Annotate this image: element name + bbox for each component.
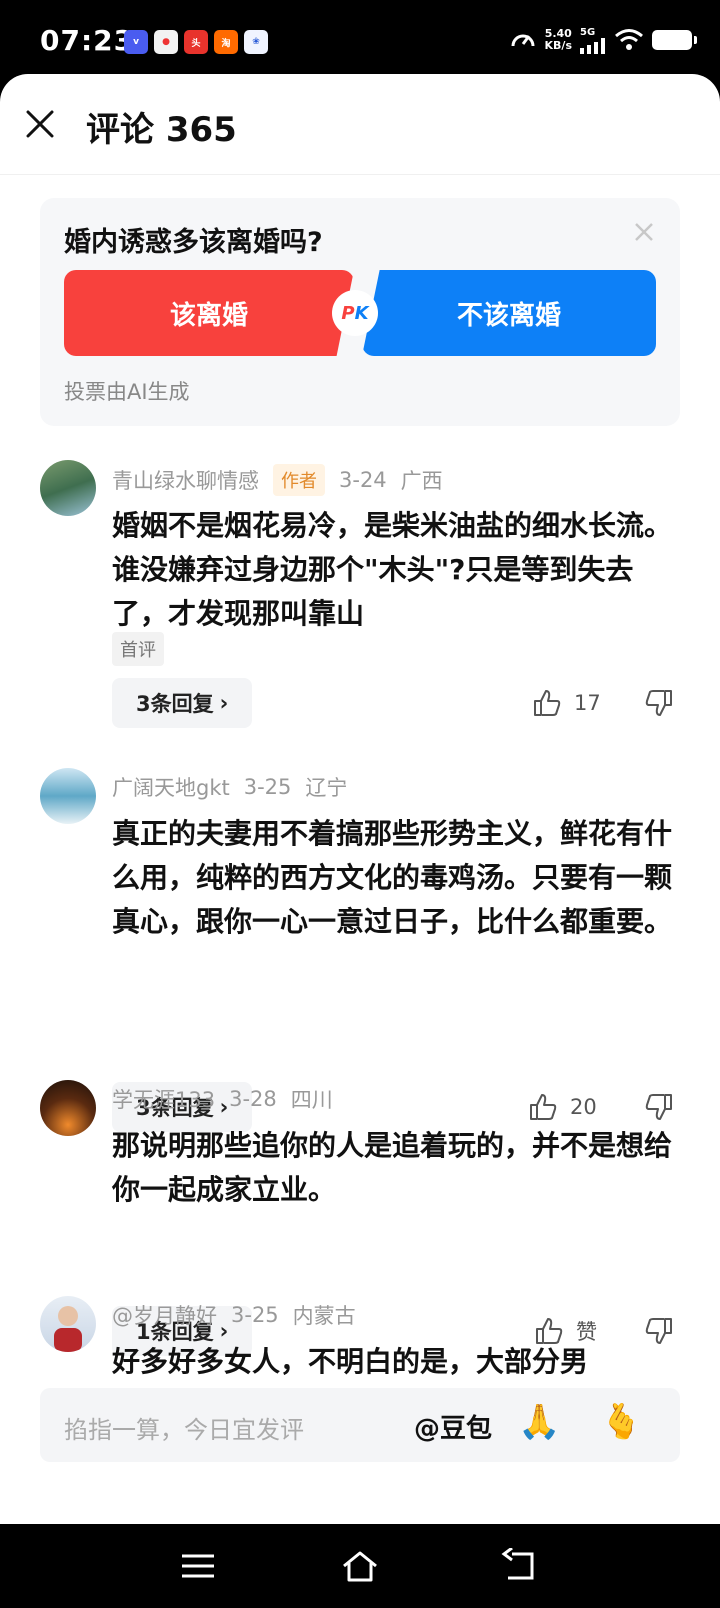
- baidu-icon: ❀: [244, 30, 268, 54]
- comment-date: 3-28: [229, 1087, 277, 1111]
- comment-location: 内蒙古: [292, 1304, 356, 1328]
- vote-divorce-button[interactable]: 该离婚: [64, 270, 354, 356]
- speedometer-icon: [511, 34, 535, 47]
- sheet-header: 评论 365: [0, 74, 720, 175]
- comment-input-bar[interactable]: 掐指一算，今日宜发评 @豆包 🙏 🫰: [40, 1388, 680, 1462]
- comment-date: 3-24: [339, 468, 387, 492]
- toutiao-icon: 头: [184, 30, 208, 54]
- signal-icon: [580, 37, 605, 54]
- home-icon[interactable]: [340, 1548, 380, 1584]
- signal-group: 5G: [580, 27, 606, 54]
- vivo-icon: v: [124, 30, 148, 54]
- comment-meta: 广阔天地gkt 3-25 辽宁: [112, 772, 347, 802]
- replies-button[interactable]: 3条回复 ›: [112, 678, 253, 728]
- finger-heart-emoji-button[interactable]: 🫰: [600, 1402, 642, 1442]
- thumbs-up-icon: [530, 1094, 557, 1120]
- first-comment-badge: 首评: [112, 632, 164, 666]
- status-bar: 07:23 v ● 头 淘 ❀ 5.40 KB/s 5G: [0, 0, 720, 80]
- comment-text[interactable]: 好多好多女人，不明白的是，大部分男: [112, 1340, 682, 1384]
- navigation-bar: [0, 1524, 720, 1608]
- username[interactable]: 青山绿水聊情感: [112, 465, 259, 495]
- comment-sheet: 评论 365 婚内诱惑多该离婚吗? 该离婚 不该离婚 PK 投票由AI生成 青山…: [0, 74, 720, 1524]
- vote-no-divorce-button[interactable]: 不该离婚: [362, 270, 656, 356]
- comment-date: 3-25: [243, 775, 292, 799]
- status-right: 5.40 KB/s 5G: [509, 26, 697, 54]
- pray-emoji-button[interactable]: 🙏: [518, 1402, 560, 1442]
- thumbs-down-icon[interactable]: [644, 1092, 674, 1122]
- taobao-icon: 淘: [214, 30, 238, 54]
- avatar[interactable]: [40, 1080, 96, 1136]
- like-count: 17: [574, 691, 601, 715]
- poll-note: 投票由AI生成: [64, 380, 190, 404]
- page-title: 评论 365: [86, 110, 237, 150]
- comment-location: 四川: [290, 1088, 333, 1112]
- username[interactable]: @岁月静好: [112, 1300, 217, 1330]
- thumbs-down-icon[interactable]: [644, 688, 674, 718]
- poll-close-icon[interactable]: [632, 220, 656, 244]
- status-time: 07:23: [40, 24, 135, 57]
- comment-location: 广西: [400, 469, 443, 493]
- comment-text[interactable]: 婚姻不是烟花易冷，是柴米油盐的细水长流。谁没嫌弃过身边那个"木头"?只是等到失去…: [112, 504, 682, 636]
- battery-icon: [652, 30, 697, 50]
- network-type: 5G: [580, 26, 596, 38]
- poll-question: 婚内诱惑多该离婚吗?: [64, 227, 323, 258]
- avatar[interactable]: [40, 1296, 96, 1352]
- thumbs-up-icon: [534, 690, 561, 716]
- poll-card: 婚内诱惑多该离婚吗? 该离婚 不该离婚 PK 投票由AI生成: [40, 198, 680, 426]
- like-button[interactable]: 17: [532, 688, 601, 718]
- wifi-icon: [615, 29, 643, 50]
- avatar[interactable]: [40, 460, 96, 516]
- comment-input[interactable]: 掐指一算，今日宜发评: [64, 1410, 304, 1445]
- comment-meta: 青山绿水聊情感 作者 3-24 广西: [112, 464, 443, 496]
- mention-doubao-button[interactable]: @豆包: [414, 1408, 492, 1445]
- comment-meta: @岁月静好 3-25 内蒙古: [112, 1300, 356, 1330]
- network-speed: 5.40 KB/s: [544, 27, 572, 52]
- comment-meta: 学无涯133 3-28 四川: [112, 1084, 333, 1114]
- author-tag: 作者: [273, 464, 325, 496]
- username[interactable]: 广阔天地gkt: [112, 772, 230, 802]
- pk-badge: PK: [332, 290, 378, 336]
- comment-location: 辽宁: [305, 776, 348, 800]
- like-count: 20: [570, 1095, 597, 1119]
- menu-icon[interactable]: [178, 1548, 218, 1584]
- comment-date: 3-25: [231, 1303, 279, 1327]
- close-icon[interactable]: [22, 106, 58, 142]
- news-app-icon: ●: [154, 30, 178, 54]
- chevron-right-icon: ›: [219, 691, 229, 715]
- username[interactable]: 学无涯133: [112, 1084, 215, 1114]
- comment-text[interactable]: 真正的夫妻用不着搞那些形势主义，鲜花有什么用，纯粹的西方文化的毒鸡汤。只要有一颗…: [112, 812, 682, 944]
- avatar[interactable]: [40, 768, 96, 824]
- like-button[interactable]: 20: [528, 1092, 597, 1122]
- notification-icons: v ● 头 淘 ❀: [124, 30, 268, 54]
- comment-text[interactable]: 那说明那些追你的人是追着玩的，并不是想给你一起成家立业。: [112, 1124, 682, 1212]
- back-icon[interactable]: [500, 1548, 540, 1584]
